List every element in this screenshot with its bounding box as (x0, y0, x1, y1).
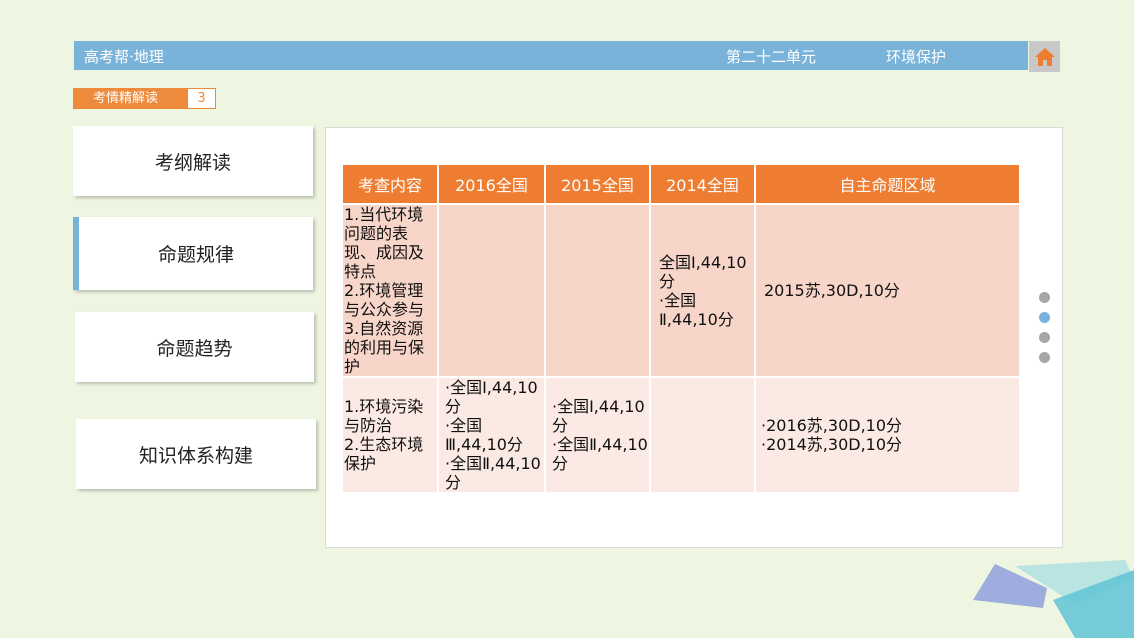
brand-title: 高考帮·地理 (84, 48, 164, 66)
nav-label: 命题趋势 (156, 337, 233, 360)
table-header-row: 考查内容 2016全国 2015全国 2014全国 自主命题区域 (341, 163, 1021, 205)
section-label: 考情精解读 (73, 88, 187, 109)
nav-label: 知识体系构建 (138, 444, 253, 467)
section-number: 3 (187, 88, 216, 109)
cell-2014: 全国Ⅰ,44,10分 ·全国Ⅱ,44,10分 (649, 203, 756, 378)
nav-label: 命题规律 (157, 244, 234, 266)
page-dot[interactable] (1039, 292, 1050, 303)
nav-pattern-button[interactable]: 命题规律 (73, 217, 313, 290)
unit-title: 第二十二单元 (726, 48, 817, 66)
cell-2015 (544, 203, 651, 378)
header-2016: 2016全国 (437, 163, 546, 205)
section-tag: 考情精解读 3 (73, 88, 216, 109)
table-row: 1.环境污染与防治 2.生态环境保护 ·全国Ⅰ,44,10分 ·全国Ⅲ,44,1… (341, 376, 1021, 494)
cell-region: 2015苏,30D,10分 (754, 203, 1021, 378)
nav-knowledge-button[interactable]: 知识体系构建 (76, 419, 316, 489)
page-dot[interactable] (1039, 332, 1050, 343)
topic-title: 环境保护 (886, 48, 947, 66)
header-2015: 2015全国 (544, 163, 651, 205)
page-dot-active[interactable] (1039, 312, 1050, 323)
table-row: 1.当代环境问题的表现、成因及特点 2.环境管理与公众参与 3.自然资源的利用与… (341, 203, 1021, 378)
header-region: 自主命题区域 (754, 163, 1021, 205)
nav-trend-button[interactable]: 命题趋势 (75, 312, 314, 382)
nav-syllabus-button[interactable]: 考纲解读 (73, 126, 313, 196)
header-bar: 高考帮·地理 第二十二单元 环境保护 (74, 41, 1028, 70)
exam-table: 考查内容 2016全国 2015全国 2014全国 自主命题区域 1.当代环境问… (341, 163, 1021, 494)
header-content: 考查内容 (341, 163, 439, 205)
cell-2016: ·全国Ⅰ,44,10分 ·全国Ⅲ,44,10分 ·全国Ⅱ,44,10分 (437, 376, 546, 494)
cell-2016 (437, 203, 546, 378)
cell-content: 1.环境污染与防治 2.生态环境保护 (341, 376, 439, 494)
cell-content: 1.当代环境问题的表现、成因及特点 2.环境管理与公众参与 3.自然资源的利用与… (341, 203, 439, 378)
page-indicator (1039, 292, 1050, 372)
decorative-shapes (973, 560, 1134, 638)
nav-label: 考纲解读 (154, 151, 231, 174)
cell-region: ·2016苏,30D,10分 ·2014苏,30D,10分 (754, 376, 1021, 494)
page-dot[interactable] (1039, 352, 1050, 363)
home-icon (1034, 47, 1055, 66)
header-2014: 2014全国 (649, 163, 756, 205)
cell-2014 (649, 376, 756, 494)
home-button[interactable] (1029, 41, 1060, 72)
cell-2015: ·全国Ⅰ,44,10分 ·全国Ⅱ,44,10分 (544, 376, 651, 494)
